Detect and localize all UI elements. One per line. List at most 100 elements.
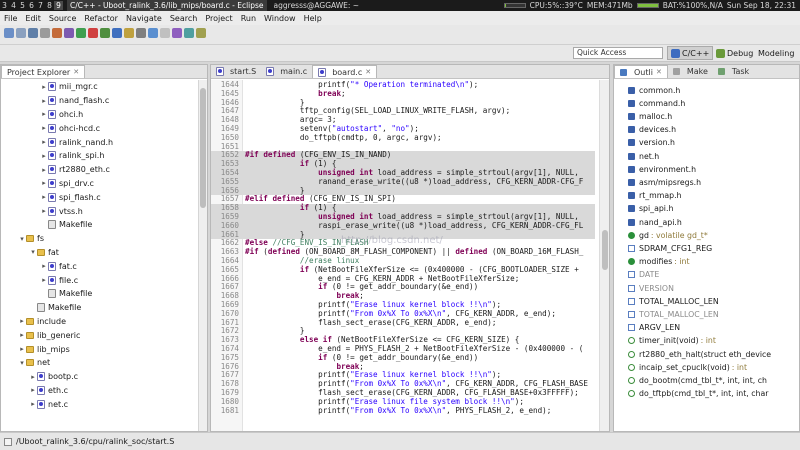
tree-item[interactable]: ▸ include	[1, 315, 199, 329]
code-editor[interactable]: 1644 printf("* Operation terminated\n");…	[211, 80, 609, 431]
expand-arrow-icon[interactable]: ▾	[18, 235, 26, 243]
outline-item[interactable]: TOTAL_MALLOC_LEN	[628, 308, 719, 320]
outline-item[interactable]: command.h	[628, 97, 685, 109]
workspace-6[interactable]: 6	[27, 1, 36, 10]
toolbar-icon-10[interactable]	[124, 28, 134, 38]
outline-item[interactable]: nand_api.h	[628, 216, 682, 228]
outline-item[interactable]: gd: volatile gd_t*	[628, 229, 708, 241]
close-icon[interactable]: ✕	[73, 68, 79, 76]
perspective-modeling-button[interactable]: Modeling	[755, 46, 797, 60]
outline-item[interactable]: malloc.h	[628, 110, 672, 122]
menu-window[interactable]: Window	[264, 14, 296, 23]
close-icon[interactable]: ✕	[656, 68, 662, 76]
collapse-arrow-icon[interactable]: ▸	[40, 110, 48, 118]
tab-outli[interactable]: Outli ✕	[614, 65, 668, 78]
tree-item[interactable]: ▸ file.c	[1, 273, 199, 287]
collapse-arrow-icon[interactable]: ▸	[18, 317, 26, 325]
menu-navigate[interactable]: Navigate	[126, 14, 162, 23]
collapse-arrow-icon[interactable]: ▸	[40, 276, 48, 284]
tree-item[interactable]: ▸ vtss.h	[1, 204, 199, 218]
outline-item[interactable]: rt_mmap.h	[628, 190, 682, 202]
outline-item[interactable]: TOTAL_MALLOC_LEN	[628, 295, 719, 307]
outline-item[interactable]: incaip_set_cpuclk(void): int	[628, 361, 747, 373]
outline-item[interactable]: version.h	[628, 137, 675, 149]
expand-arrow-icon[interactable]: ▾	[29, 248, 37, 256]
toolbar-icon-2[interactable]	[28, 28, 38, 38]
tree-item[interactable]: ▸ ohci-hcd.c	[1, 121, 199, 135]
menu-refactor[interactable]: Refactor	[84, 14, 118, 23]
tree-item[interactable]: ▸ spi_drv.c	[1, 177, 199, 191]
collapse-arrow-icon[interactable]: ▸	[40, 138, 48, 146]
workspace-4[interactable]: 4	[9, 1, 18, 10]
collapse-arrow-icon[interactable]: ▸	[40, 166, 48, 174]
tree-item[interactable]: ▸ net.c	[1, 397, 199, 411]
tab-start-S[interactable]: start.S	[211, 65, 261, 78]
tree-item[interactable]: ▸ lib_generic	[1, 328, 199, 342]
toolbar-icon-14[interactable]	[172, 28, 182, 38]
outline-item[interactable]: modifies: int	[628, 256, 690, 268]
collapse-arrow-icon[interactable]: ▸	[40, 262, 48, 270]
collapse-arrow-icon[interactable]: ▸	[40, 207, 48, 215]
outline-item[interactable]: spi_api.h	[628, 203, 673, 215]
tab-task[interactable]: Task	[713, 65, 754, 78]
menu-search[interactable]: Search	[170, 14, 197, 23]
collapse-arrow-icon[interactable]: ▸	[40, 193, 48, 201]
collapse-arrow-icon[interactable]: ▸	[40, 83, 48, 91]
tree-item[interactable]: ▸ spi_flash.c	[1, 190, 199, 204]
outline-item[interactable]: ARGV_LEN	[628, 322, 680, 334]
workspace-3[interactable]: 3	[0, 1, 9, 10]
tree-item[interactable]: ▸ rt2880_eth.c	[1, 163, 199, 177]
outline-item[interactable]: asm/mipsregs.h	[628, 176, 701, 188]
toolbar-icon-5[interactable]	[64, 28, 74, 38]
toolbar-icon-1[interactable]	[16, 28, 26, 38]
toolbar-icon-9[interactable]	[112, 28, 122, 38]
perspective-cpp-button[interactable]: C/C++	[667, 46, 714, 60]
collapse-arrow-icon[interactable]: ▸	[29, 386, 37, 394]
collapse-arrow-icon[interactable]: ▸	[29, 400, 37, 408]
outline-item[interactable]: environment.h	[628, 163, 696, 175]
toolbar-icon-4[interactable]	[52, 28, 62, 38]
tree-item[interactable]: ▸ lib_mips	[1, 342, 199, 356]
toolbar-icon-3[interactable]	[40, 28, 50, 38]
collapse-arrow-icon[interactable]: ▸	[40, 152, 48, 160]
outline-item[interactable]: SDRAM_CFG1_REG	[628, 242, 712, 254]
workspace-switcher[interactable]: 3456789	[0, 0, 63, 11]
workspace-9[interactable]: 9	[54, 1, 63, 10]
collapse-arrow-icon[interactable]: ▸	[40, 97, 48, 105]
menu-file[interactable]: File	[4, 14, 17, 23]
outline-item[interactable]: common.h	[628, 84, 680, 96]
outline-item[interactable]: devices.h	[628, 124, 676, 136]
tab-make[interactable]: Make	[668, 65, 713, 78]
toolbar-icon-12[interactable]	[148, 28, 158, 38]
menu-help[interactable]: Help	[304, 14, 322, 23]
outline-item[interactable]: rt2880_eth_halt(struct eth_device	[628, 348, 771, 360]
tree-item[interactable]: Makefile	[1, 218, 199, 232]
editor-scrollbar[interactable]	[599, 80, 609, 431]
tree-item[interactable]: Makefile	[1, 287, 199, 301]
collapse-arrow-icon[interactable]: ▸	[29, 373, 37, 381]
outline-item[interactable]: net.h	[628, 150, 659, 162]
close-icon[interactable]: ✕	[365, 68, 371, 76]
workspace-7[interactable]: 7	[36, 1, 45, 10]
outline-item[interactable]: do_tftpb(cmd_tbl_t*, int, int, char	[628, 388, 768, 400]
tree-item[interactable]: ▸ ohci.h	[1, 108, 199, 122]
menu-edit[interactable]: Edit	[25, 14, 41, 23]
outline-item[interactable]: timer_init(void): int	[628, 335, 716, 347]
project-explorer-scrollbar[interactable]	[198, 80, 207, 431]
expand-arrow-icon[interactable]: ▾	[18, 359, 26, 367]
toolbar-icon-0[interactable]	[4, 28, 14, 38]
taskbar-terminal-window[interactable]: aggresss@AGGAWE: ~	[271, 0, 363, 11]
tab-main-c[interactable]: main.c	[261, 65, 312, 78]
outline-item[interactable]: DATE	[628, 269, 659, 281]
tab-board-c[interactable]: board.c ✕	[312, 65, 378, 78]
menu-project[interactable]: Project	[205, 14, 232, 23]
tree-item[interactable]: ▸ ralink_nand.h	[1, 135, 199, 149]
tree-item[interactable]: ▸ nand_flash.c	[1, 94, 199, 108]
workspace-8[interactable]: 8	[45, 1, 54, 10]
tree-item[interactable]: ▸ eth.c	[1, 384, 199, 398]
workspace-5[interactable]: 5	[18, 1, 27, 10]
quick-access-input[interactable]: Quick Access	[573, 47, 663, 59]
toolbar-icon-15[interactable]	[184, 28, 194, 38]
toolbar-icon-13[interactable]	[160, 28, 170, 38]
tree-item[interactable]: ▾ fs	[1, 232, 199, 246]
